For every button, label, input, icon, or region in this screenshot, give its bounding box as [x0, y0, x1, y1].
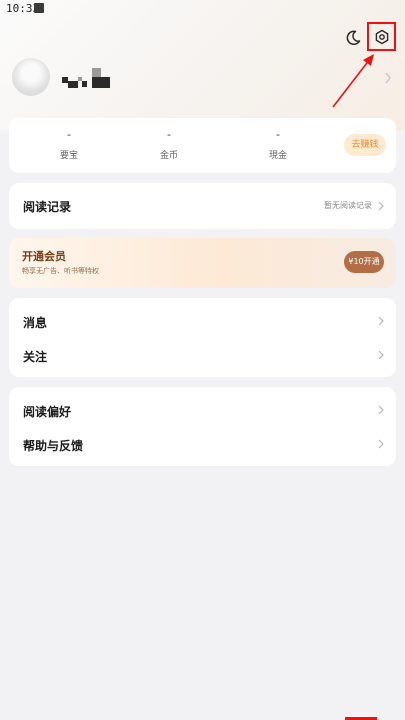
menu-item-reading-preferences[interactable]: 阅读偏好	[9, 393, 396, 427]
menu-item-label: 关注	[23, 350, 48, 364]
chevron-right-icon	[385, 72, 391, 84]
stat-item[interactable]: - 現金	[248, 128, 308, 162]
stat-label: 金币	[159, 151, 178, 161]
chevron-right-icon	[378, 405, 384, 415]
stat-item[interactable]: - 金币	[139, 128, 199, 162]
stat-label: 現金	[268, 151, 287, 161]
vip-title: 开通会员	[22, 250, 66, 263]
menu-item-label: 阅读偏好	[23, 405, 72, 419]
menu-item-label: 帮助与反馈	[23, 439, 84, 453]
vip-subtitle: 畅享无广告、听书等特权	[22, 267, 99, 275]
menu-group-preferences: 阅读偏好 帮助与反馈	[9, 387, 396, 466]
chevron-right-icon	[378, 201, 384, 211]
stat-label: 要宝	[59, 151, 78, 161]
chevron-right-icon	[378, 316, 384, 326]
menu-item-label: 消息	[23, 316, 48, 330]
settings-button[interactable]	[367, 22, 396, 51]
stat-value: -	[67, 128, 71, 141]
chevron-right-icon	[378, 350, 384, 360]
reading-history-title: 阅读记录	[23, 200, 72, 214]
vip-banner[interactable]: 开通会员 畅享无广告、听书等特权 ¥10开通	[9, 238, 396, 288]
notification-icon	[34, 3, 44, 13]
profile-row[interactable]	[12, 58, 392, 100]
menu-item-help-feedback[interactable]: 帮助与反馈	[9, 427, 396, 461]
stat-item[interactable]: - 要宝	[39, 128, 99, 162]
stats-card: - 要宝 - 金币 - 現金 去赚钱	[9, 118, 396, 173]
stat-value: -	[276, 128, 280, 141]
reading-history-row[interactable]: 阅读记录 暂无阅读记录	[9, 183, 396, 229]
stat-value: -	[167, 128, 171, 141]
chevron-right-icon	[378, 439, 384, 449]
menu-group-messages: 消息 关注	[9, 298, 396, 377]
vip-open-button[interactable]: ¥10开通	[344, 251, 384, 273]
moon-icon[interactable]	[344, 29, 362, 47]
status-bar: 10:33	[0, 0, 405, 18]
reading-history-note: 暂无阅读记录	[324, 201, 372, 210]
avatar[interactable]	[12, 58, 50, 96]
gear-icon	[375, 29, 389, 45]
earn-button[interactable]: 去赚钱	[344, 134, 386, 156]
menu-item-following[interactable]: 关注	[9, 338, 396, 372]
menu-item-messages[interactable]: 消息	[9, 304, 396, 338]
